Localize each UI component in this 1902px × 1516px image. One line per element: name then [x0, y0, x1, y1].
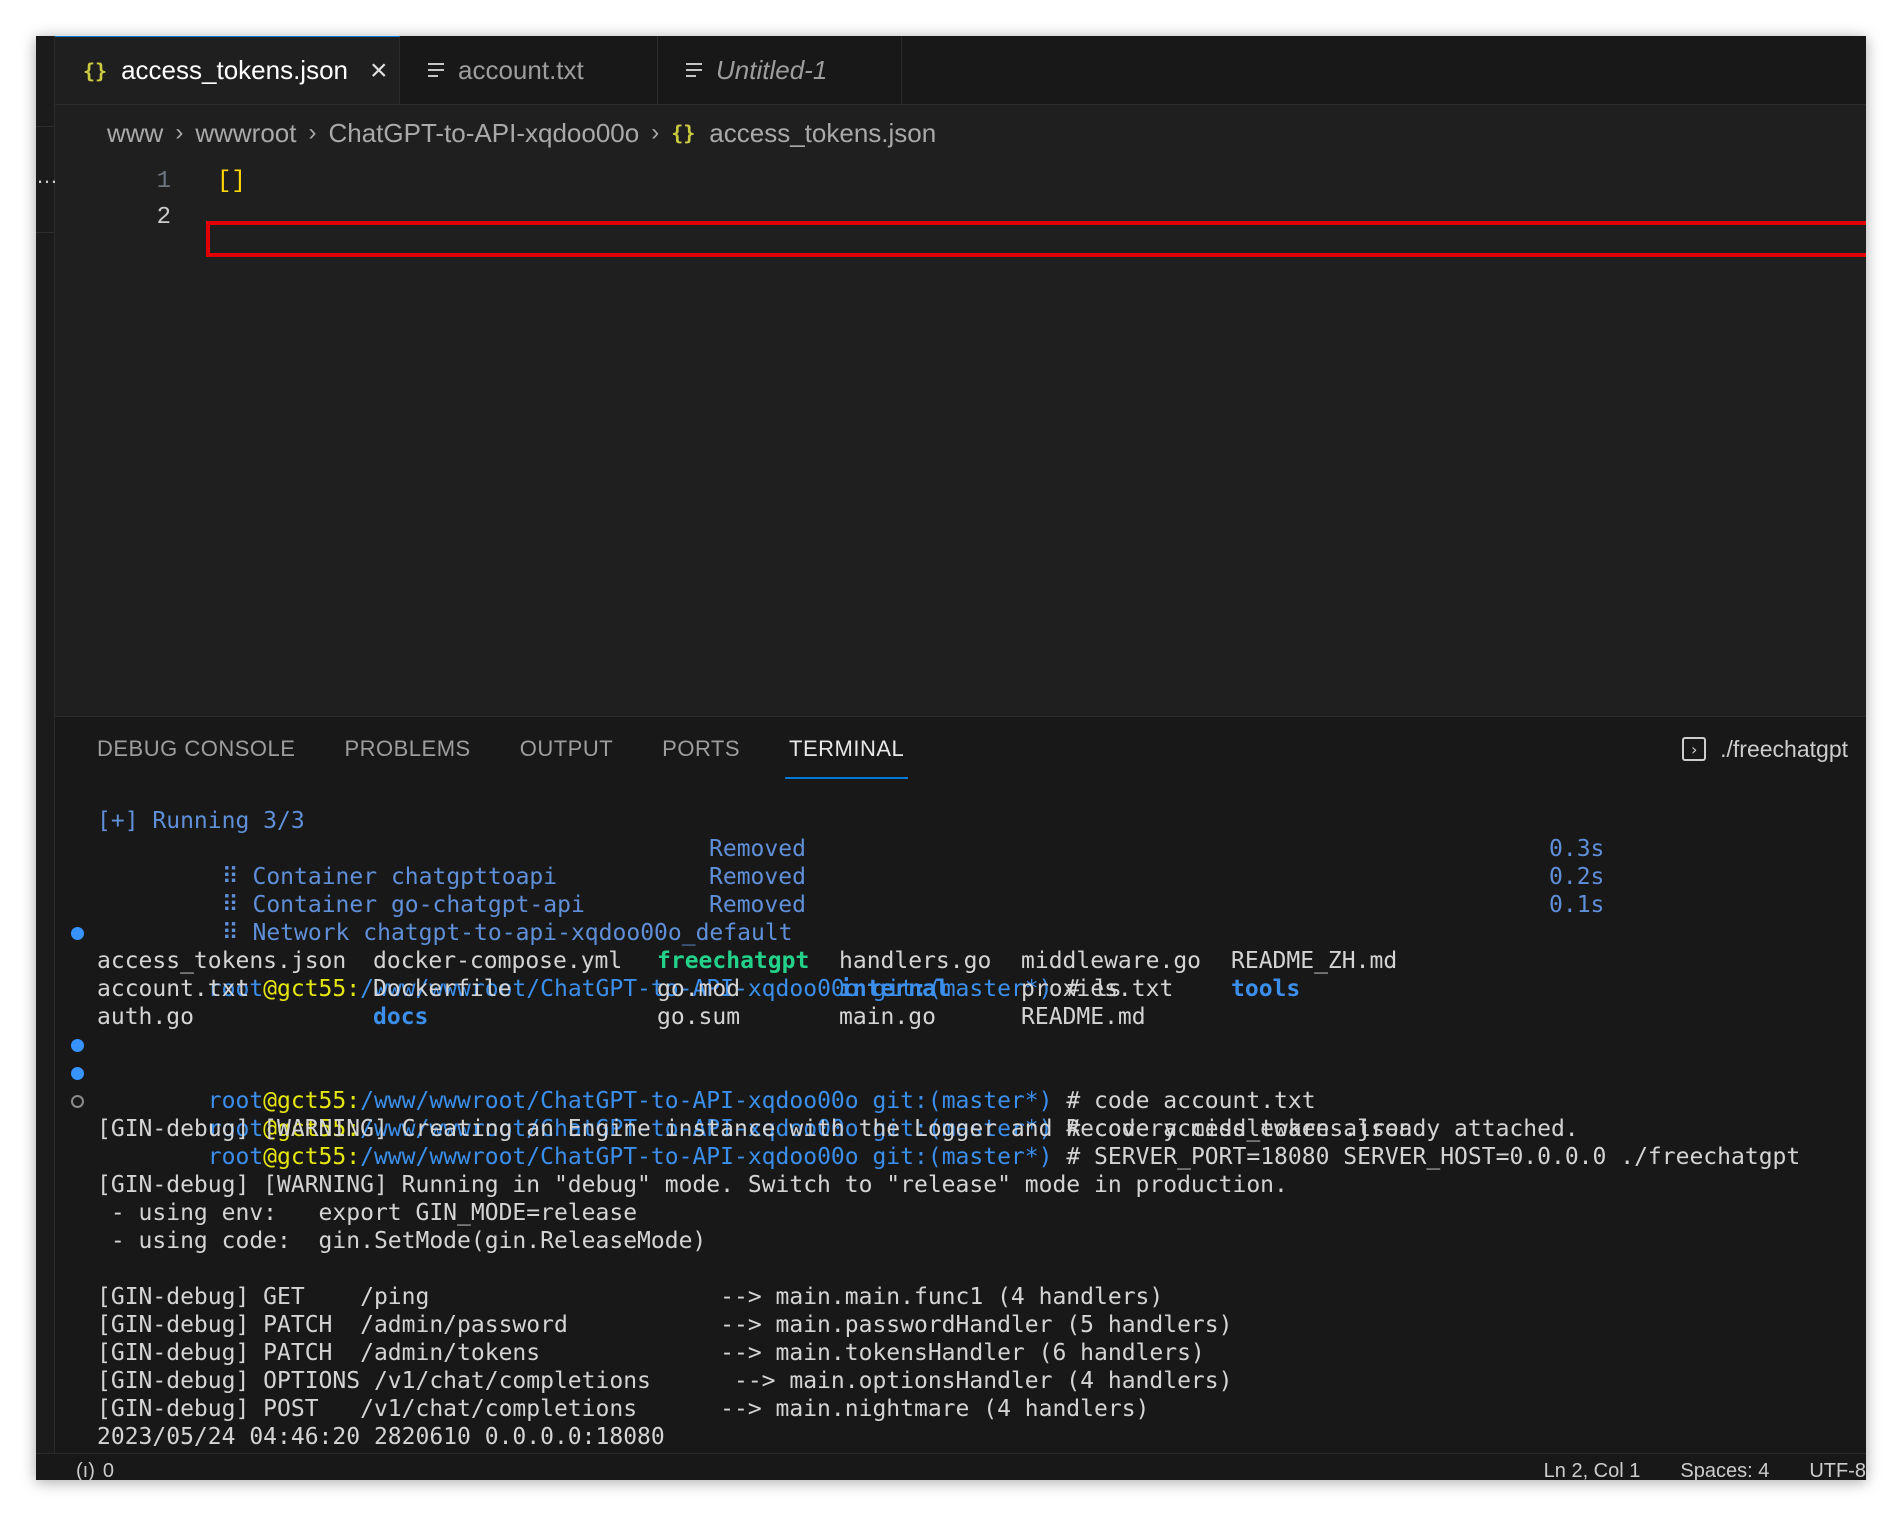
activity-divider: [36, 126, 54, 127]
tab-debug-console[interactable]: DEBUG CONSOLE: [97, 717, 295, 781]
ls-row: auth.go docs go.sum main.go README.md: [97, 1003, 1856, 1031]
terminal-line: [GIN-debug] OPTIONS /v1/chat/completions…: [97, 1368, 1233, 1394]
terminal-icon: ›: [1682, 737, 1707, 761]
ls-file: proxies.txt: [1021, 976, 1174, 1002]
breadcrumb-item[interactable]: wwwroot: [195, 118, 296, 149]
command-success-icon[interactable]: [71, 1039, 84, 1052]
json-file-icon: {}: [671, 121, 696, 145]
activity-bar: …: [36, 36, 58, 1454]
terminal-line: 2023/05/24 04:46:20 2820610 0.0.0.0:1808…: [97, 1424, 665, 1450]
command-success-icon[interactable]: [71, 927, 84, 940]
ls-directory: docs: [373, 1004, 429, 1030]
line-number: 2: [156, 203, 171, 231]
ls-file: Dockerfile: [373, 976, 512, 1002]
broadcast-icon: (ı): [76, 1460, 95, 1480]
terminal-line: [GIN-debug] GET /ping --> main.main.func…: [97, 1284, 1164, 1310]
tab-untitled-1[interactable]: Untitled-1: [658, 36, 902, 104]
editor-tab-bar: {} access_tokens.json × account.txt Unti…: [55, 36, 1866, 105]
ls-directory: internal: [839, 976, 950, 1002]
terminal-prompt-line: root@gct55:/www/wwwroot/ChatGPT-to-API-x…: [71, 1059, 1856, 1142]
terminal-line: [GIN-debug] POST /v1/chat/completions --…: [97, 1396, 1150, 1422]
terminal-line: [GIN-debug] PATCH /admin/password --> ma…: [97, 1312, 1233, 1338]
close-icon[interactable]: ×: [370, 55, 388, 86]
bottom-panel: DEBUG CONSOLE PROBLEMS OUTPUT PORTS TERM…: [55, 716, 1866, 1478]
activity-divider: [36, 232, 54, 233]
ls-row: account.txt Dockerfile go.mod internal p…: [97, 975, 1856, 1003]
breadcrumb-item[interactable]: www: [107, 118, 163, 149]
step-status: Removed: [709, 836, 806, 862]
chevron-right-icon: ›: [651, 119, 660, 146]
line-content[interactable]: []: [217, 168, 246, 195]
tab-access-tokens-json[interactable]: {} access_tokens.json ×: [55, 36, 400, 104]
ls-directory: tools: [1231, 976, 1301, 1002]
terminal-step-line: ⠿ Container chatgpttoapi Removed 0.3s: [97, 835, 1856, 890]
text-file-icon: [428, 59, 444, 81]
breadcrumb-item[interactable]: ChatGPT-to-API-xqdoo00o: [328, 118, 639, 149]
indentation[interactable]: Spaces: 4: [1680, 1460, 1769, 1480]
line-number: 1: [156, 167, 171, 195]
tab-label: access_tokens.json: [121, 55, 348, 85]
tab-account-txt[interactable]: account.txt: [400, 36, 658, 104]
encoding[interactable]: UTF-8: [1809, 1460, 1866, 1480]
terminal-instance[interactable]: › ./freechatgpt: [1682, 717, 1848, 781]
status-ports[interactable]: (ı) 0: [76, 1460, 114, 1480]
breadcrumb: www › wwwroot › ChatGPT-to-API-xqdoo00o …: [55, 105, 1866, 161]
ls-file: go.mod: [657, 976, 741, 1002]
tab-problems[interactable]: PROBLEMS: [344, 717, 470, 781]
ls-file: access_tokens.json: [97, 948, 347, 974]
ls-file: handlers.go: [839, 948, 992, 974]
terminal-step-line: ⠿ Network chatgpt-to-api-xqdoo00o_defaul…: [97, 891, 1856, 946]
terminal-line: - using code: gin.SetMode(gin.ReleaseMod…: [97, 1228, 707, 1254]
panel-tab-bar: DEBUG CONSOLE PROBLEMS OUTPUT PORTS TERM…: [55, 717, 1866, 781]
cursor-position[interactable]: Ln 2, Col 1: [1544, 1460, 1641, 1480]
step-time: 0.3s: [1549, 836, 1605, 862]
editor-line[interactable]: 1 []: [55, 163, 1866, 199]
terminal-prompt-line: root@gct55:/www/wwwroot/ChatGPT-to-API-x…: [71, 1031, 1856, 1114]
ls-file: go.sum: [657, 1004, 741, 1030]
ls-row: access_tokens.json docker-compose.yml fr…: [97, 947, 1856, 975]
tab-ports[interactable]: PORTS: [662, 717, 740, 781]
terminal-name: ./freechatgpt: [1720, 735, 1848, 762]
status-bar: (ı) 0 Ln 2, Col 1 Spaces: 4 UTF-8: [36, 1453, 1866, 1480]
tab-output[interactable]: OUTPUT: [520, 717, 613, 781]
ls-file: README_ZH.md: [1231, 948, 1398, 974]
ls-file: docker-compose.yml: [373, 948, 623, 974]
tab-label: account.txt: [458, 54, 584, 85]
ls-executable: freechatgpt: [657, 948, 810, 974]
terminal-prompt-line: root@gct55:/www/wwwroot/ChatGPT-to-API-x…: [71, 1087, 1856, 1170]
ls-file: middleware.go: [1021, 948, 1202, 974]
command-running-icon[interactable]: [71, 1095, 84, 1108]
json-file-icon: {}: [83, 58, 108, 83]
ls-file: README.md: [1021, 1004, 1146, 1030]
terminal-line: [GIN-debug] PATCH /admin/tokens --> main…: [97, 1340, 1205, 1366]
terminal-line: [GIN-debug] [WARNING] Creating an Engine…: [97, 1116, 1579, 1142]
tab-terminal[interactable]: TERMINAL: [785, 717, 909, 781]
ls-file: auth.go: [97, 1004, 194, 1030]
terminal-prompt-line: root@gct55:/www/wwwroot/ChatGPT-to-API-x…: [71, 919, 1856, 1002]
chevron-right-icon: ›: [175, 119, 184, 146]
terminal-step-line: ⠿ Container go-chatgpt-api Removed 0.2s: [97, 863, 1856, 918]
step-status: Removed: [709, 892, 806, 918]
step-time: 0.2s: [1549, 864, 1605, 890]
breadcrumb-item[interactable]: access_tokens.json: [709, 118, 936, 149]
command-success-icon[interactable]: [71, 1067, 84, 1080]
terminal-line: [GIN-debug] [WARNING] Running in "debug"…: [97, 1172, 1288, 1198]
vscode-window: … {} access_tokens.json × account.txt Un…: [36, 36, 1866, 1480]
terminal-output[interactable]: [+] Running 3/3 ⠿ Container chatgpttoapi…: [71, 807, 1856, 1479]
tab-label: Untitled-1: [716, 54, 828, 85]
ls-file: main.go: [839, 1004, 936, 1030]
terminal-line: - using env: export GIN_MODE=release: [97, 1200, 638, 1226]
chevron-right-icon: ›: [308, 119, 317, 146]
step-status: Removed: [709, 864, 806, 890]
terminal-line: [+] Running 3/3: [97, 808, 305, 834]
current-line-highlight: [206, 221, 1866, 257]
step-time: 0.1s: [1549, 892, 1605, 918]
text-file-icon: [686, 59, 702, 81]
ls-file: account.txt: [97, 976, 250, 1002]
ports-count: 0: [102, 1460, 115, 1480]
